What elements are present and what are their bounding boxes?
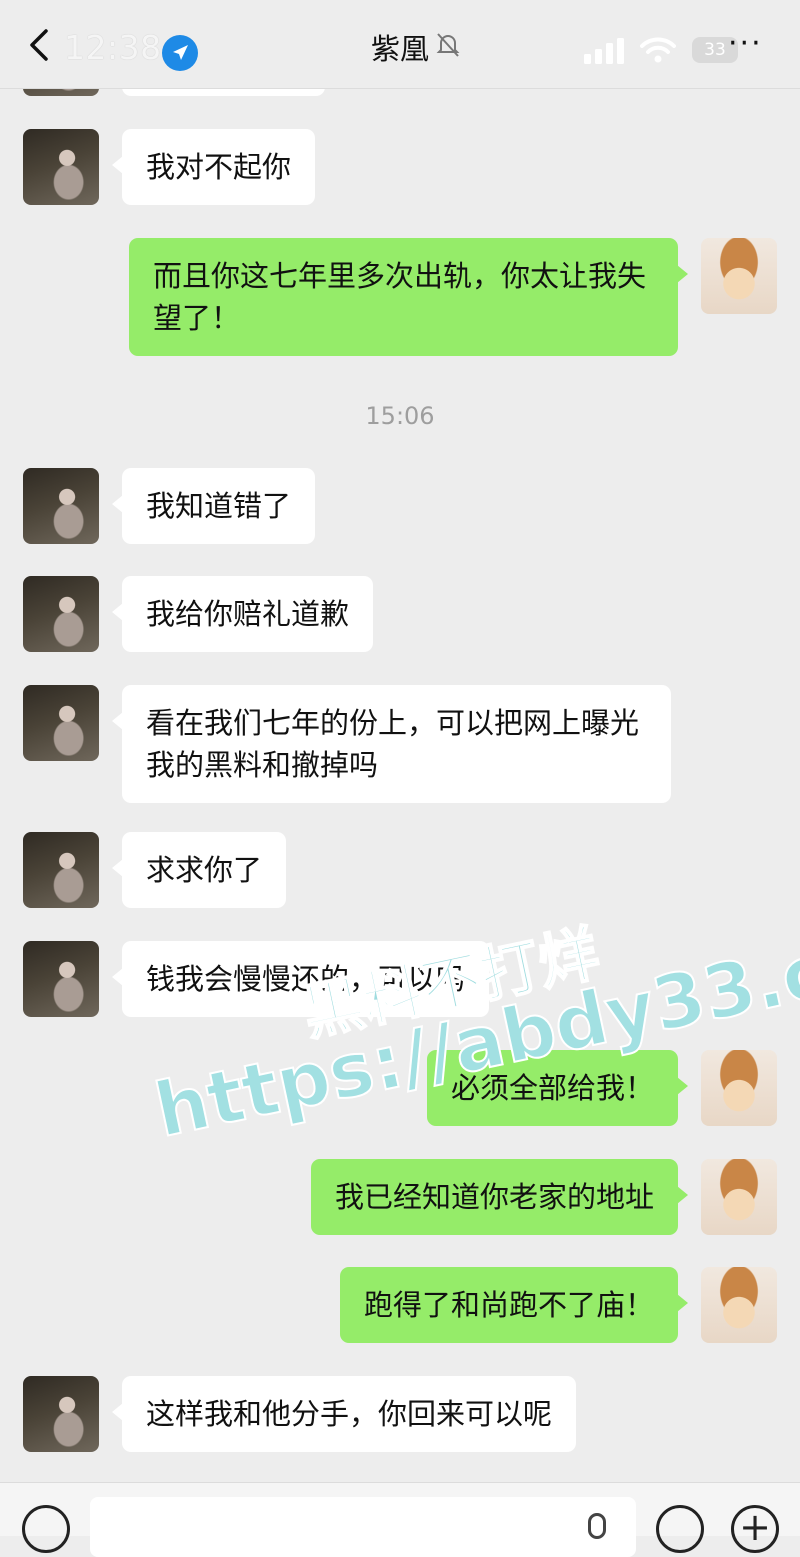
message-input[interactable] [90,1497,636,1557]
contact-avatar[interactable] [23,576,99,652]
received-message[interactable]: 求求你了 [111,832,287,908]
contact-avatar[interactable] [23,468,99,544]
chat-message-list: 我对不起你 而且你这七年里多次出轨，你太让我失望了！ 15:06 我知道错了 我… [0,88,800,1482]
received-message[interactable]: 看在我们七年的份上，可以把网上曝光我的黑料和撤掉吗 [112,685,671,803]
chat-header: 12:38 紫凰 33 ··· [0,0,800,89]
received-message[interactable]: 钱我会慢慢还的，可以吗 [111,941,490,1017]
more-dots-icon[interactable]: ··· [728,29,763,59]
microphone-icon[interactable] [588,1513,606,1539]
status-time: 12:38 [64,28,162,67]
voice-icon[interactable] [22,1505,70,1553]
mute-bell-icon [436,32,460,62]
contact-avatar[interactable] [23,685,99,761]
contact-avatar[interactable] [23,1376,99,1452]
location-arrow-icon [162,35,198,71]
wifi-icon [640,36,676,68]
received-message[interactable]: 我对不起你 [111,129,316,205]
emoji-icon[interactable] [656,1505,704,1553]
sent-message[interactable]: 我已经知道你老家的地址 [310,1159,689,1235]
chat-input-bar: + [0,1482,800,1557]
received-message[interactable]: 我知道错了 [111,468,316,544]
self-avatar[interactable] [701,1267,777,1343]
contact-avatar[interactable] [23,88,99,96]
message-timestamp: 15:06 [365,402,435,430]
sent-message[interactable]: 跑得了和尚跑不了庙！ [339,1267,689,1343]
message-bubble-partial [122,88,325,96]
back-chevron-icon[interactable] [26,28,56,62]
signal-icon [584,38,626,68]
contact-avatar[interactable] [23,832,99,908]
contact-avatar[interactable] [23,941,99,1017]
sent-message[interactable]: 而且你这七年里多次出轨，你太让我失望了！ [129,238,688,356]
received-message[interactable]: 我给你赔礼道歉 [111,576,374,652]
received-message[interactable]: 这样我和他分手，你回来可以呢 [111,1376,577,1452]
plus-icon[interactable]: + [731,1505,779,1553]
self-avatar[interactable] [701,1159,777,1235]
self-avatar[interactable] [701,238,777,314]
contact-avatar[interactable] [23,129,99,205]
sent-message[interactable]: 必须全部给我！ [426,1050,689,1126]
self-avatar[interactable] [701,1050,777,1126]
